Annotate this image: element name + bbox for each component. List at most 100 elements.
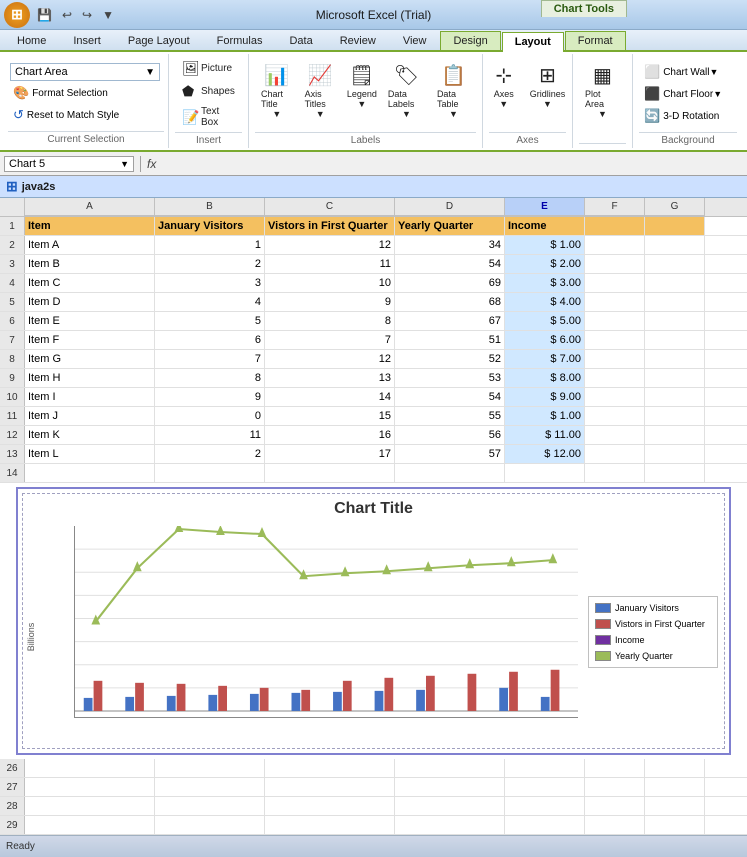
chart-area-dropdown[interactable]: Chart Area ▼ bbox=[10, 63, 160, 81]
cell-8-g[interactable] bbox=[645, 350, 705, 368]
cell-10-c[interactable]: 14 bbox=[265, 388, 395, 406]
cell-6-d[interactable]: 67 bbox=[395, 312, 505, 330]
cell-13-f[interactable] bbox=[585, 445, 645, 463]
cell-7-e[interactable]: $ 6.00 bbox=[505, 331, 585, 349]
cell-5-c[interactable]: 9 bbox=[265, 293, 395, 311]
cell-27-b[interactable] bbox=[155, 778, 265, 796]
cell-29-c[interactable] bbox=[265, 816, 395, 834]
cell-11-g[interactable] bbox=[645, 407, 705, 425]
cell-8-f[interactable] bbox=[585, 350, 645, 368]
text-box-button[interactable]: 📝 Text Box bbox=[177, 104, 240, 130]
row-header-27[interactable]: 27 bbox=[0, 778, 25, 796]
cell-6-c[interactable]: 8 bbox=[265, 312, 395, 330]
tab-format[interactable]: Format bbox=[565, 31, 626, 50]
cell-9-a[interactable]: Item H bbox=[25, 369, 155, 387]
cell-3-d[interactable]: 54 bbox=[395, 255, 505, 273]
tab-formulas[interactable]: Formulas bbox=[204, 31, 276, 50]
cell-5-e[interactable]: $ 4.00 bbox=[505, 293, 585, 311]
cell-13-e[interactable]: $ 12.00 bbox=[505, 445, 585, 463]
tab-data[interactable]: Data bbox=[276, 31, 325, 50]
cell-9-g[interactable] bbox=[645, 369, 705, 387]
cell-12-e[interactable]: $ 11.00 bbox=[505, 426, 585, 444]
cell-28-d[interactable] bbox=[395, 797, 505, 815]
cell-29-f[interactable] bbox=[585, 816, 645, 834]
cell-7-c[interactable]: 7 bbox=[265, 331, 395, 349]
cell-7-f[interactable] bbox=[585, 331, 645, 349]
col-header-c[interactable]: C bbox=[265, 198, 395, 216]
cell-3-a[interactable]: Item B bbox=[25, 255, 155, 273]
cell-9-c[interactable]: 13 bbox=[265, 369, 395, 387]
cell-12-g[interactable] bbox=[645, 426, 705, 444]
cell-14-a[interactable] bbox=[25, 464, 155, 482]
cell-12-b[interactable]: 11 bbox=[155, 426, 265, 444]
cell-4-b[interactable]: 3 bbox=[155, 274, 265, 292]
cell-12-f[interactable] bbox=[585, 426, 645, 444]
cell-1-e[interactable]: Income bbox=[505, 217, 585, 235]
row-header-6[interactable]: 6 bbox=[0, 312, 25, 330]
row-header-14[interactable]: 14 bbox=[0, 464, 25, 482]
cell-29-g[interactable] bbox=[645, 816, 705, 834]
cell-7-a[interactable]: Item F bbox=[25, 331, 155, 349]
row-header-29[interactable]: 29 bbox=[0, 816, 25, 834]
row-header-13[interactable]: 13 bbox=[0, 445, 25, 463]
cell-10-e[interactable]: $ 9.00 bbox=[505, 388, 585, 406]
undo-qat-button[interactable]: ↩ bbox=[59, 6, 75, 24]
cell-6-e[interactable]: $ 5.00 bbox=[505, 312, 585, 330]
tab-view[interactable]: View bbox=[390, 31, 440, 50]
chart-title-button[interactable]: 📊 Chart Title ▼ bbox=[257, 58, 297, 122]
cell-1-d[interactable]: Yearly Quarter bbox=[395, 217, 505, 235]
cell-4-g[interactable] bbox=[645, 274, 705, 292]
cell-8-b[interactable]: 7 bbox=[155, 350, 265, 368]
cell-9-d[interactable]: 53 bbox=[395, 369, 505, 387]
office-button[interactable]: ⊞ bbox=[4, 2, 30, 28]
cell-26-g[interactable] bbox=[645, 759, 705, 777]
cell-4-f[interactable] bbox=[585, 274, 645, 292]
cell-5-a[interactable]: Item D bbox=[25, 293, 155, 311]
cell-3-b[interactable]: 2 bbox=[155, 255, 265, 273]
customize-qat-button[interactable]: ▼ bbox=[99, 6, 117, 24]
cell-13-a[interactable]: Item L bbox=[25, 445, 155, 463]
row-header-7[interactable]: 7 bbox=[0, 331, 25, 349]
cell-4-a[interactable]: Item C bbox=[25, 274, 155, 292]
legend-button[interactable]: 🗒 Legend ▼ bbox=[344, 58, 380, 112]
cell-2-a[interactable]: Item A bbox=[25, 236, 155, 254]
cell-9-f[interactable] bbox=[585, 369, 645, 387]
cell-27-e[interactable] bbox=[505, 778, 585, 796]
gridlines-button[interactable]: ⊞ Gridlines ▼ bbox=[526, 58, 570, 112]
cell-4-c[interactable]: 10 bbox=[265, 274, 395, 292]
cell-1-c[interactable]: Vistors in First Quarter bbox=[265, 217, 395, 235]
cell-26-f[interactable] bbox=[585, 759, 645, 777]
row-header-4[interactable]: 4 bbox=[0, 274, 25, 292]
axes-button[interactable]: ⊹ Axes ▼ bbox=[486, 58, 522, 112]
cell-1-g[interactable] bbox=[645, 217, 705, 235]
cell-11-b[interactable]: 0 bbox=[155, 407, 265, 425]
cell-13-g[interactable] bbox=[645, 445, 705, 463]
cell-3-e[interactable]: $ 2.00 bbox=[505, 255, 585, 273]
cell-28-c[interactable] bbox=[265, 797, 395, 815]
cell-2-f[interactable] bbox=[585, 236, 645, 254]
row-header-12[interactable]: 12 bbox=[0, 426, 25, 444]
col-header-g[interactable]: G bbox=[645, 198, 705, 216]
cell-10-f[interactable] bbox=[585, 388, 645, 406]
tab-insert[interactable]: Insert bbox=[60, 31, 114, 50]
cell-3-g[interactable] bbox=[645, 255, 705, 273]
cell-10-d[interactable]: 54 bbox=[395, 388, 505, 406]
cell-11-c[interactable]: 15 bbox=[265, 407, 395, 425]
axis-titles-button[interactable]: 📈 Axis Titles ▼ bbox=[301, 58, 340, 122]
cell-2-c[interactable]: 12 bbox=[265, 236, 395, 254]
row-header-5[interactable]: 5 bbox=[0, 293, 25, 311]
row-header-3[interactable]: 3 bbox=[0, 255, 25, 273]
cell-4-d[interactable]: 69 bbox=[395, 274, 505, 292]
row-header-26[interactable]: 26 bbox=[0, 759, 25, 777]
cell-14-f[interactable] bbox=[585, 464, 645, 482]
cell-10-b[interactable]: 9 bbox=[155, 388, 265, 406]
cell-27-f[interactable] bbox=[585, 778, 645, 796]
col-header-b[interactable]: B bbox=[155, 198, 265, 216]
row-header-8[interactable]: 8 bbox=[0, 350, 25, 368]
cell-7-b[interactable]: 6 bbox=[155, 331, 265, 349]
row-header-11[interactable]: 11 bbox=[0, 407, 25, 425]
chart-wrapper[interactable]: Chart Title Billions bbox=[16, 487, 731, 755]
tab-page-layout[interactable]: Page Layout bbox=[115, 31, 203, 50]
cell-3-f[interactable] bbox=[585, 255, 645, 273]
cell-6-f[interactable] bbox=[585, 312, 645, 330]
